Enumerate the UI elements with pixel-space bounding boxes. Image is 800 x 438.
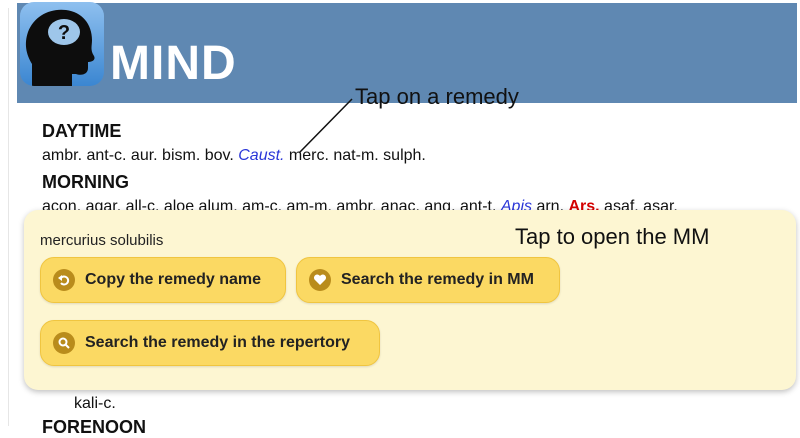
head-question-icon: ?: [20, 2, 104, 86]
search-remedy-mm-button[interactable]: Search the remedy in MM: [296, 257, 560, 303]
popup-remedy-name: mercurius solubilis: [40, 232, 164, 249]
search-remedy-mm-label: Search the remedy in MM: [341, 271, 534, 288]
copy-remedy-name-label: Copy the remedy name: [85, 271, 262, 288]
remedy-line-below[interactable]: kali-c.: [74, 395, 116, 413]
section-heading-morning: MORNING: [42, 172, 129, 192]
remedy-text[interactable]: merc. nat-m. sulph.: [284, 147, 426, 164]
search-remedy-repertory-button[interactable]: Search the remedy in the repertory: [40, 320, 380, 366]
heart-icon: [309, 269, 331, 291]
annotation-tap-mm: Tap to open the MM: [515, 224, 710, 249]
section-heading-forenoon: FORENOON: [42, 417, 147, 437]
svg-text:?: ?: [58, 22, 70, 44]
remedy-text[interactable]: ambr. ant-c. aur. bism. bov.: [42, 147, 238, 164]
magnifier-icon: [53, 332, 75, 354]
page-title: MIND: [110, 37, 237, 90]
remedy-line-daytime: ambr. ant-c. aur. bism. bov. Caust. merc…: [42, 147, 426, 165]
undo-arrow-icon: [53, 269, 75, 291]
section-heading-daytime: DAYTIME: [42, 121, 122, 141]
search-remedy-repertory-label: Search the remedy in the repertory: [85, 334, 350, 351]
remedy-link-caust[interactable]: Caust.: [238, 147, 284, 164]
annotation-tap-remedy: Tap on a remedy: [355, 84, 519, 109]
copy-remedy-name-button[interactable]: Copy the remedy name: [40, 257, 286, 303]
